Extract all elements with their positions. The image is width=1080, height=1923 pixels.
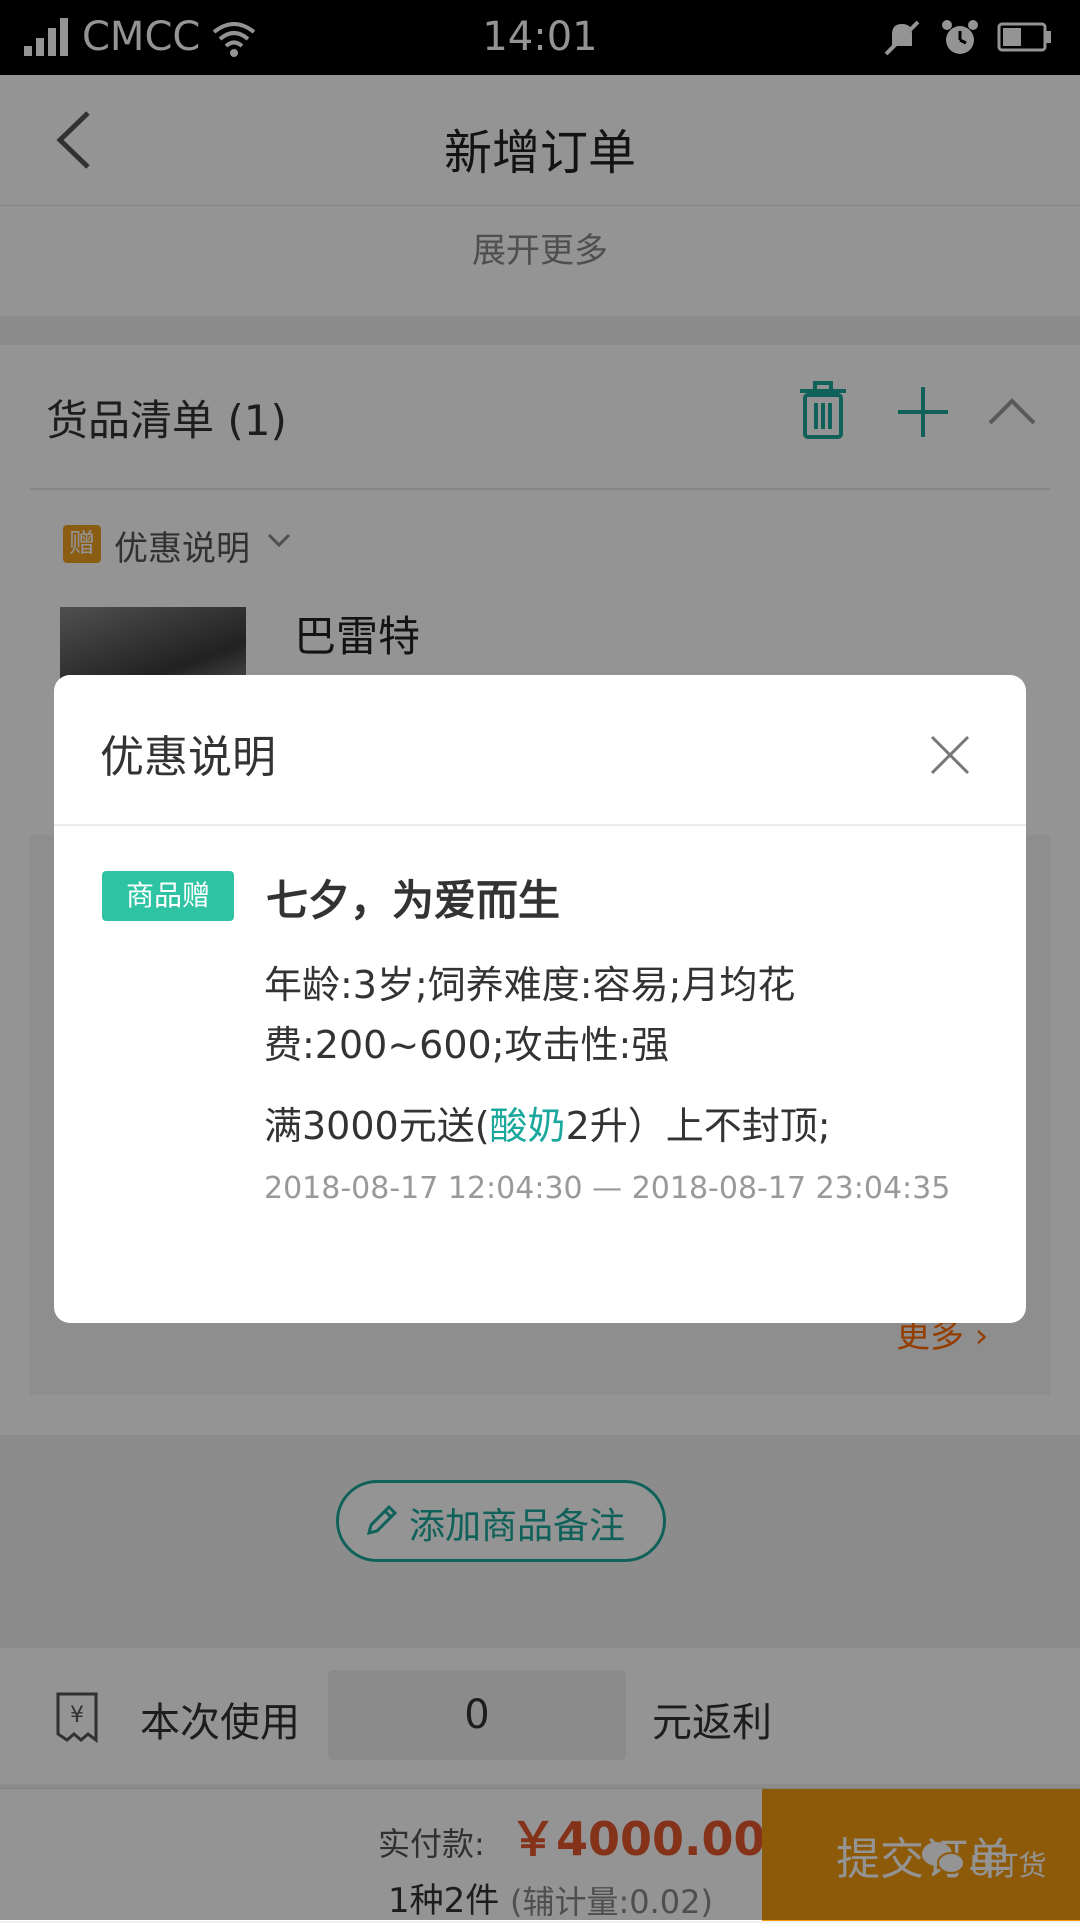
promo-rule-prefix: 满3000元送( [264, 1104, 490, 1148]
promo-rule: 满3000元送(酸奶2升）上不封顶; [264, 1095, 831, 1150]
promo-info-dialog: 优惠说明 商品赠 七夕，为爱而生 年龄:3岁;饲养难度:容易;月均花费:200~… [54, 675, 1026, 1323]
gift-item-link[interactable]: 酸奶 [490, 1104, 566, 1148]
promo-date-range: 2018-08-17 12:04:30 — 2018-08-17 23:04:3… [264, 1171, 951, 1206]
promo-title: 七夕，为爱而生 [266, 876, 561, 925]
promo-rule-suffix: 2升）上不封顶; [565, 1104, 831, 1148]
gift-tag: 商品赠 [102, 871, 234, 921]
divider [54, 824, 1026, 826]
promo-description: 年龄:3岁;饲养难度:容易;月均花费:200~600;攻击性:强 [264, 963, 796, 1067]
dialog-title: 优惠说明 [100, 732, 276, 783]
close-icon[interactable] [922, 727, 978, 783]
